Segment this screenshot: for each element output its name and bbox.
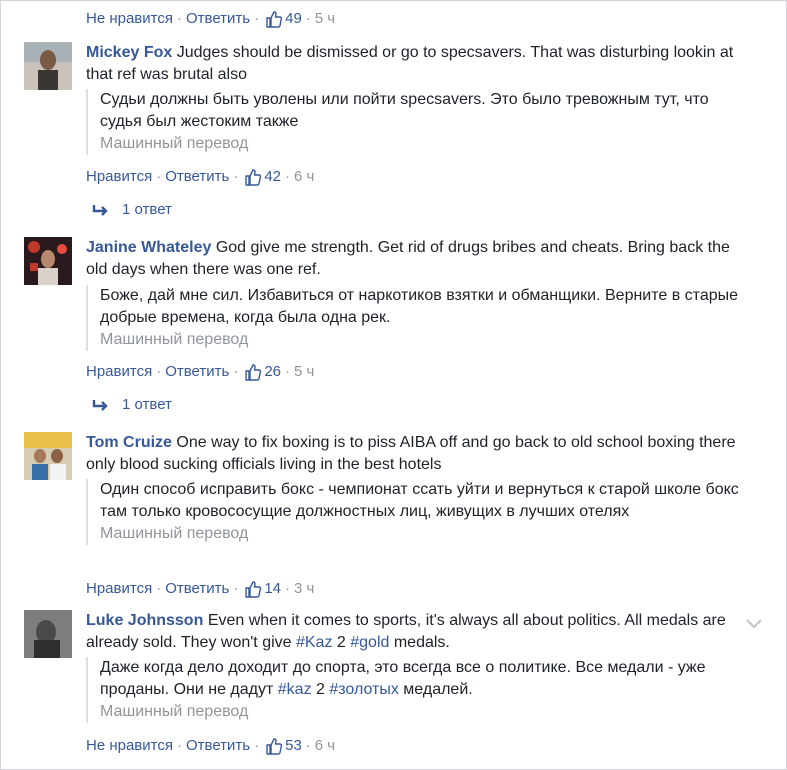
comment-actions: Нравится · Ответить · 42 · 6 ч [86,166,314,188]
machine-translation-label: Машинный перевод [100,703,249,720]
separator: · [176,10,182,27]
reply-arrow-icon [92,205,108,216]
separator: · [156,580,162,597]
separator: · [156,363,162,380]
thumbs-up-icon[interactable] [244,580,262,598]
reply-arrow-icon [92,400,108,411]
avatar[interactable] [24,610,72,658]
translation-text-part: медалей. [398,681,473,698]
separator: · [233,168,239,185]
timestamp[interactable]: 5 ч [294,361,314,383]
timestamp[interactable]: 3 ч [294,578,314,600]
avatar[interactable] [24,432,72,480]
timestamp[interactable]: 5 ч [315,8,335,30]
translation-block: Боже, дай мне сил. Избавиться от наркоти… [86,285,740,351]
hashtag-link[interactable]: #Kaz [296,634,332,651]
avatar[interactable] [24,42,72,90]
like-link[interactable]: Нравится [86,578,152,600]
translation-block: Судьи должны быть уволены или пойти spec… [86,89,740,155]
like-link[interactable]: Нравится [86,361,152,383]
timestamp[interactable]: 6 ч [294,166,314,188]
translation-text: Судьи должны быть уволены или пойти spec… [100,91,709,130]
replies-count[interactable]: 1 ответ [122,394,172,416]
separator: · [305,10,311,27]
separator: · [254,10,260,27]
separator: · [305,737,311,754]
avatar[interactable] [24,237,72,285]
separator: · [176,737,182,754]
like-count[interactable]: 26 [264,361,281,383]
comment-author[interactable]: Tom Cruize [86,434,172,451]
separator: · [285,363,291,380]
like-count[interactable]: 49 [285,8,302,30]
hashtag-link[interactable]: #gold [350,634,389,651]
separator: · [285,168,291,185]
comment-body: Judges should be dismissed or go to spec… [86,44,734,83]
comment-body: 2 [332,634,351,651]
comment-author[interactable]: Janine Whateley [86,239,211,256]
avatar-image [24,432,72,480]
thumbs-up-icon[interactable] [265,737,283,755]
thumbs-up-icon[interactable] [244,363,262,381]
comment-actions: Нравится · Ответить · 26 · 5 ч [86,361,314,383]
reply-link[interactable]: Ответить [165,166,229,188]
translation-text: Один способ исправить бокс - чемпионат с… [100,481,739,520]
comment-actions: Не нравится · Ответить · 53 · 6 ч [86,735,335,757]
view-replies-link[interactable]: 1 ответ [92,394,172,416]
separator: · [156,168,162,185]
reply-link[interactable]: Ответить [165,578,229,600]
translation-block: Один способ исправить бокс - чемпионат с… [86,479,740,545]
reply-link[interactable]: Ответить [165,361,229,383]
hashtag-link[interactable]: #kaz [278,681,312,698]
avatar-image [24,237,72,285]
chevron-down-icon[interactable] [745,616,763,630]
translation-text: Боже, дай мне сил. Избавиться от наркоти… [100,287,739,326]
reply-link[interactable]: Ответить [186,8,250,30]
comment-body: One way to fix boxing is to piss AIBA of… [86,434,736,473]
comment-actions: Нравится · Ответить · 14 · 3 ч [86,578,314,600]
hashtag-link[interactable]: #золотых [329,681,399,698]
separator: · [285,580,291,597]
like-count[interactable]: 53 [285,735,302,757]
thumbs-up-icon[interactable] [244,168,262,186]
avatar-image [24,42,72,90]
reply-link[interactable]: Ответить [186,735,250,757]
translation-text-part: 2 [311,681,330,698]
separator: · [254,737,260,754]
translation-text: Даже когда дело доходит до спорта, это в… [100,657,740,701]
comment-author[interactable]: Mickey Fox [86,44,172,61]
comment-text: Janine Whateley God give me strength. Ge… [86,237,746,281]
machine-translation-label: Машинный перевод [100,525,249,542]
comment-text: Luke Johnsson Even when it comes to spor… [86,610,746,654]
comment-author[interactable]: Luke Johnsson [86,612,203,629]
like-link[interactable]: Нравится [86,166,152,188]
like-link[interactable]: Не нравится [86,8,173,30]
comment-actions-top: Не нравится · Ответить · 49 · 5 ч [86,8,335,30]
avatar-image [24,610,72,658]
like-count[interactable]: 42 [264,166,281,188]
comment-text: Tom Cruize One way to fix boxing is to p… [86,432,746,476]
timestamp[interactable]: 6 ч [315,735,335,757]
separator: · [233,580,239,597]
machine-translation-label: Машинный перевод [100,135,249,152]
translation-block: Даже когда дело доходит до спорта, это в… [86,657,740,723]
replies-count[interactable]: 1 ответ [122,199,172,221]
comment-body: medals. [389,634,450,651]
view-replies-link[interactable]: 1 ответ [92,199,172,221]
like-link[interactable]: Не нравится [86,735,173,757]
thumbs-up-icon[interactable] [265,10,283,28]
machine-translation-label: Машинный перевод [100,331,249,348]
comment-text: Mickey Fox Judges should be dismissed or… [86,42,746,86]
separator: · [233,363,239,380]
like-count[interactable]: 14 [264,578,281,600]
